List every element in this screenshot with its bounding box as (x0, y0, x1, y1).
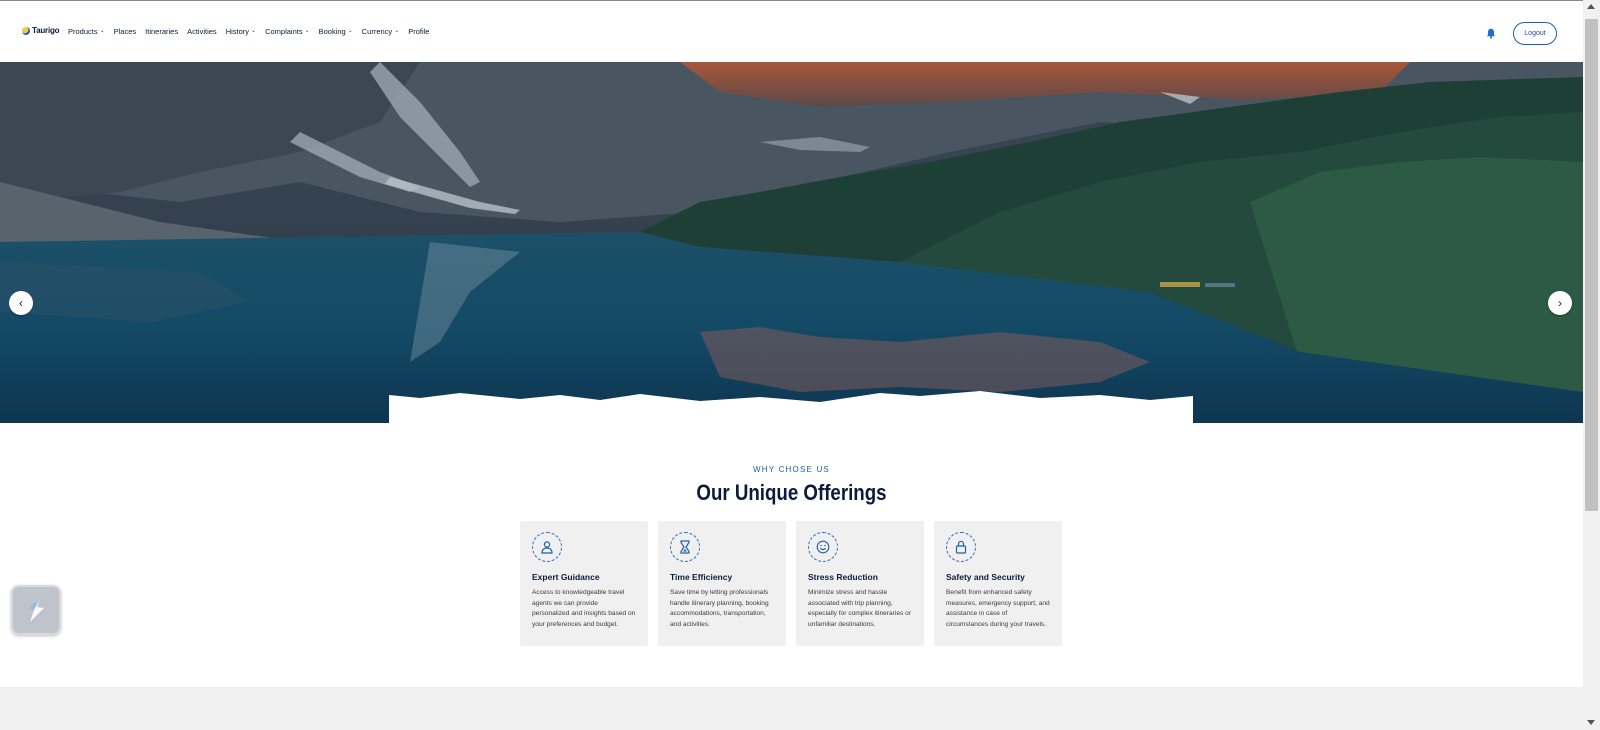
card-text: Save time by letting professionals handl… (670, 589, 769, 628)
card-text: Access to knowledgeable travel agents we… (532, 589, 636, 628)
nav-item-profile[interactable]: Profile (408, 27, 429, 36)
nav-item-places[interactable]: Places (114, 27, 137, 36)
chevron-down-icon: ⌄ (347, 28, 353, 34)
offering-card: Stress Reduction Minimize stress and has… (796, 521, 924, 646)
offering-card: Time Efficiency Save time by letting pro… (658, 521, 786, 646)
chevron-right-icon: › (1558, 296, 1562, 310)
person-icon (532, 532, 562, 562)
logout-button[interactable]: Logout (1513, 22, 1557, 45)
main-nav: Products ⌄ Places Itineraries Activities … (68, 27, 429, 36)
logo-text: Taurigo (32, 26, 60, 35)
offering-card: Safety and Security Benefit from enhance… (934, 521, 1062, 646)
nav-item-complaints[interactable]: Complaints ⌄ (265, 27, 310, 36)
hero-image (0, 62, 1583, 423)
logo[interactable]: Taurigo (22, 26, 60, 35)
lock-icon (946, 532, 976, 562)
chevron-down-icon: ⌄ (304, 28, 310, 34)
carousel-next-button[interactable]: › (1548, 291, 1572, 315)
navbar: Taurigo Products ⌄ Places Itineraries Act… (0, 1, 1583, 62)
offerings-cards: Expert Guidance Access to knowledgeable … (520, 521, 1062, 646)
offering-card: Expert Guidance Access to knowledgeable … (520, 521, 648, 646)
next-section-band (0, 687, 1583, 730)
chevron-down-icon: ⌄ (394, 28, 400, 34)
chevron-down-icon: ⌄ (251, 28, 257, 34)
nav-item-products[interactable]: Products ⌄ (68, 27, 105, 36)
card-title: Expert Guidance (532, 572, 600, 582)
scroll-down-arrow-icon[interactable] (1587, 720, 1595, 725)
floating-chat-widget-button[interactable] (11, 585, 61, 635)
scroll-up-arrow-icon[interactable] (1587, 4, 1595, 9)
card-text: Minimize stress and hassle associated wi… (808, 589, 911, 628)
smiley-icon (808, 532, 838, 562)
nav-item-currency[interactable]: Currency ⌄ (362, 27, 399, 36)
lightning-icon (28, 598, 44, 622)
card-text: Benefit from enhanced safety measures, e… (946, 589, 1050, 628)
bell-icon[interactable] (1486, 28, 1496, 39)
card-title: Safety and Security (946, 572, 1025, 582)
nav-item-activities[interactable]: Activities (187, 27, 217, 36)
card-title: Time Efficiency (670, 572, 733, 582)
page: Taurigo Products ⌄ Places Itineraries Act… (0, 0, 1583, 730)
chevron-down-icon: ⌄ (99, 28, 105, 34)
chevron-left-icon: ‹ (19, 296, 23, 310)
section-title: Our Unique Offerings (696, 480, 887, 505)
carousel-prev-button[interactable]: ‹ (9, 291, 33, 315)
nav-item-itineraries[interactable]: Itineraries (145, 27, 178, 36)
scrollbar-thumb[interactable] (1585, 19, 1598, 511)
section-kicker: WHY CHOSE US (753, 465, 830, 474)
card-title: Stress Reduction (808, 572, 878, 582)
hourglass-icon (670, 532, 700, 562)
nav-item-history[interactable]: History ⌄ (226, 27, 256, 36)
logo-mark-icon (22, 26, 30, 35)
nav-item-booking[interactable]: Booking ⌄ (319, 27, 353, 36)
hero-carousel: ‹ › (0, 62, 1583, 423)
